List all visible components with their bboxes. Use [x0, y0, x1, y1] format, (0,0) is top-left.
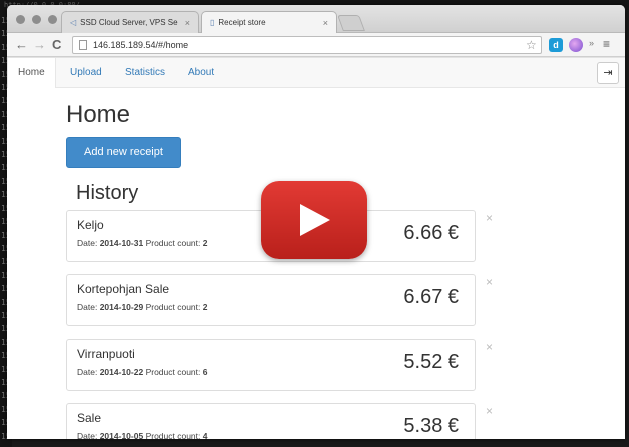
remove-icon[interactable]: × — [486, 211, 493, 225]
receipt-store: Sale — [77, 411, 102, 425]
receipt-total: 5.38 € — [403, 415, 459, 437]
window-controls — [16, 15, 57, 24]
page-title: Home — [66, 101, 131, 128]
browser-toolbar: ← → C 146.185.189.54/#/home ☆ d » ≡ — [7, 33, 625, 57]
receipt-meta: Date: 2014-10-31 Product count: 2 — [77, 238, 208, 248]
receipt-meta: Date: 2014-10-22 Product count: 6 — [77, 367, 208, 377]
menu-icon[interactable]: ≡ — [603, 37, 610, 51]
nav-upload[interactable]: Upload — [60, 58, 112, 88]
receipt-date: 2014-10-29 — [99, 302, 144, 312]
close-icon[interactable]: × — [185, 18, 190, 28]
tab-receipt-store[interactable]: ▯ Receipt store × — [201, 11, 337, 33]
address-bar[interactable]: 146.185.189.54/#/home — [72, 36, 542, 54]
tab-ssd-cloud[interactable]: ◁ SSD Cloud Server, VPS Se × — [61, 11, 199, 33]
page-icon: ▯ — [210, 18, 215, 27]
nav-home[interactable]: Home — [7, 58, 56, 88]
receipt-store: Keljo — [77, 218, 104, 232]
extension-globe-icon[interactable] — [569, 38, 583, 52]
url-text: 146.185.189.54/#/home — [93, 40, 189, 50]
tab-bar: ◁ SSD Cloud Server, VPS Se × ▯ Receipt s… — [7, 5, 625, 33]
receipt-date: 2014-10-22 — [99, 367, 144, 377]
nav-statistics[interactable]: Statistics — [115, 58, 175, 88]
remove-icon[interactable]: × — [486, 340, 493, 354]
tab-label: Receipt store — [218, 18, 266, 27]
remove-icon[interactable]: × — [486, 275, 493, 289]
receipt-total: 5.52 € — [403, 351, 459, 373]
forward-arrow-icon[interactable]: → — [33, 37, 46, 53]
minimize-window-button[interactable] — [32, 15, 41, 24]
receipt-card[interactable]: Virranpuoti Date: 2014-10-22 Product cou… — [66, 339, 476, 391]
play-icon — [300, 204, 330, 236]
logout-button[interactable]: ⇥ — [597, 62, 619, 84]
receipt-card[interactable]: Kortepohjan Sale Date: 2014-10-29 Produc… — [66, 274, 476, 326]
remove-icon[interactable]: × — [486, 404, 493, 418]
receipt-count: 2 — [202, 238, 208, 248]
close-icon[interactable]: × — [323, 18, 328, 28]
logout-icon: ⇥ — [603, 67, 613, 79]
receipt-total: 6.66 € — [403, 222, 459, 244]
overflow-chevron-icon[interactable]: » — [589, 38, 594, 48]
nav-about[interactable]: About — [178, 58, 224, 88]
receipt-store: Virranpuoti — [77, 347, 135, 361]
bookmark-star-icon[interactable]: ☆ — [526, 39, 537, 51]
favicon-icon: ◁ — [70, 18, 77, 27]
tab-label: SSD Cloud Server, VPS Se — [80, 18, 178, 27]
history-title: History — [76, 182, 139, 204]
add-receipt-button[interactable]: Add new receipt — [66, 137, 181, 168]
receipt-meta: Date: 2014-10-05 Product count: 4 — [77, 431, 208, 439]
receipt-date: 2014-10-31 — [99, 238, 144, 248]
receipt-count: 2 — [202, 302, 208, 312]
app-navbar: Home Upload Statistics About ⇥ — [7, 58, 625, 88]
receipt-store: Kortepohjan Sale — [77, 282, 170, 296]
receipt-card[interactable]: Sale Date: 2014-10-05 Product count: 4 5… — [66, 403, 476, 439]
reload-icon[interactable]: C — [52, 37, 61, 53]
back-arrow-icon[interactable]: ← — [15, 37, 28, 53]
extension-d-icon[interactable]: d — [549, 38, 563, 52]
close-window-button[interactable] — [16, 15, 25, 24]
receipt-date: 2014-10-05 — [99, 431, 144, 439]
new-tab-button[interactable] — [337, 15, 365, 31]
maximize-window-button[interactable] — [48, 15, 57, 24]
page-icon — [79, 40, 87, 50]
video-play-button[interactable] — [261, 181, 367, 259]
receipt-total: 6.67 € — [403, 286, 459, 308]
receipt-meta: Date: 2014-10-29 Product count: 2 — [77, 302, 208, 312]
receipt-count: 4 — [202, 431, 208, 439]
receipt-count: 6 — [202, 367, 208, 377]
